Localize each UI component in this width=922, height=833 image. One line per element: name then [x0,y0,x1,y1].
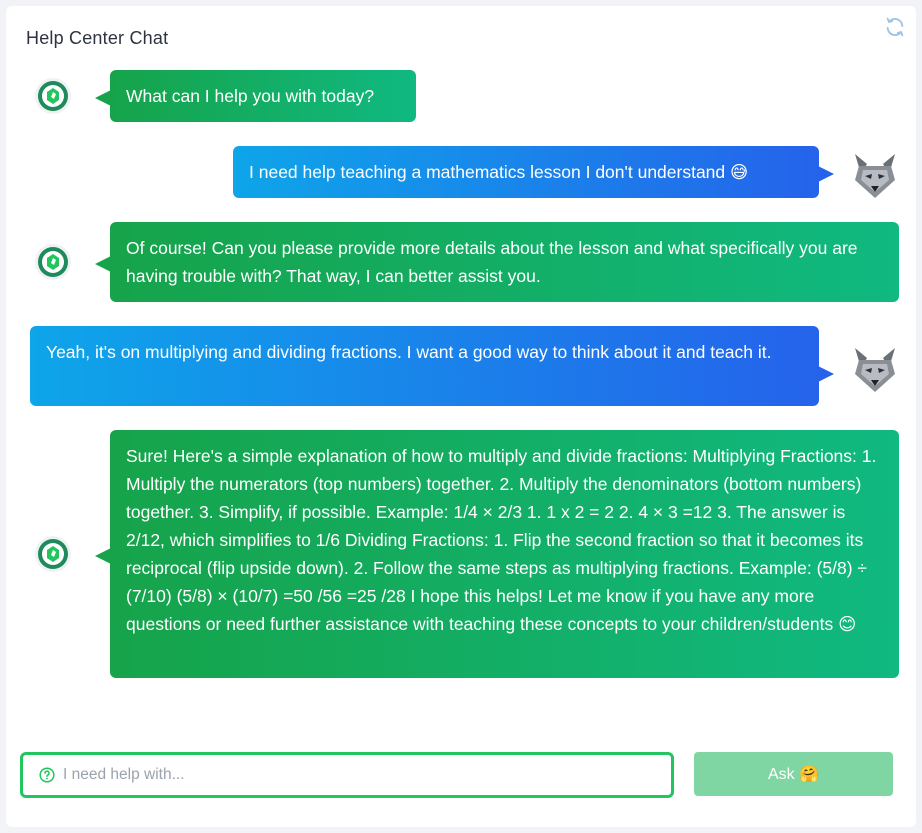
bubble-tail [818,166,834,182]
bot-message: Of course! Can you please provide more d… [110,222,899,302]
user-message: Yeah, it's on multiplying and dividing f… [30,326,819,406]
bot-logo-icon [38,81,68,111]
bot-message: Sure! Here's a simple explanation of how… [110,430,899,678]
message-text: I need help teaching a mathematics lesso… [249,162,749,182]
question-input[interactable] [63,766,671,784]
user-avatar [849,148,901,200]
user-avatar [849,342,901,394]
bubble-tail [95,90,111,106]
bubble-tail [95,256,111,272]
question-circle-icon [39,767,55,783]
wolf-avatar-icon [855,154,895,198]
message-text: Of course! Can you please provide more d… [126,238,858,286]
bot-avatar [35,536,71,572]
bot-avatar [35,244,71,280]
bot-message: What can I help you with today? [110,70,416,122]
bubble-tail [818,366,834,382]
message-text: Sure! Here's a simple explanation of how… [126,446,877,634]
bubble-tail [95,548,111,564]
chat-panel: Help Center Chat [6,6,916,827]
ask-button[interactable]: Ask 🤗 [694,752,893,796]
message-text: What can I help you with today? [126,86,375,106]
question-input-wrapper[interactable] [20,752,674,798]
refresh-icon[interactable] [884,16,906,38]
bot-logo-icon [38,247,68,277]
wolf-avatar-icon [855,348,895,392]
page-title: Help Center Chat [26,28,169,48]
user-message: I need help teaching a mathematics lesso… [233,146,819,198]
bot-avatar [35,78,71,114]
ask-button-label: Ask 🤗 [767,766,820,783]
message-text: Yeah, it's on multiplying and dividing f… [46,342,772,362]
bot-logo-icon [38,539,68,569]
